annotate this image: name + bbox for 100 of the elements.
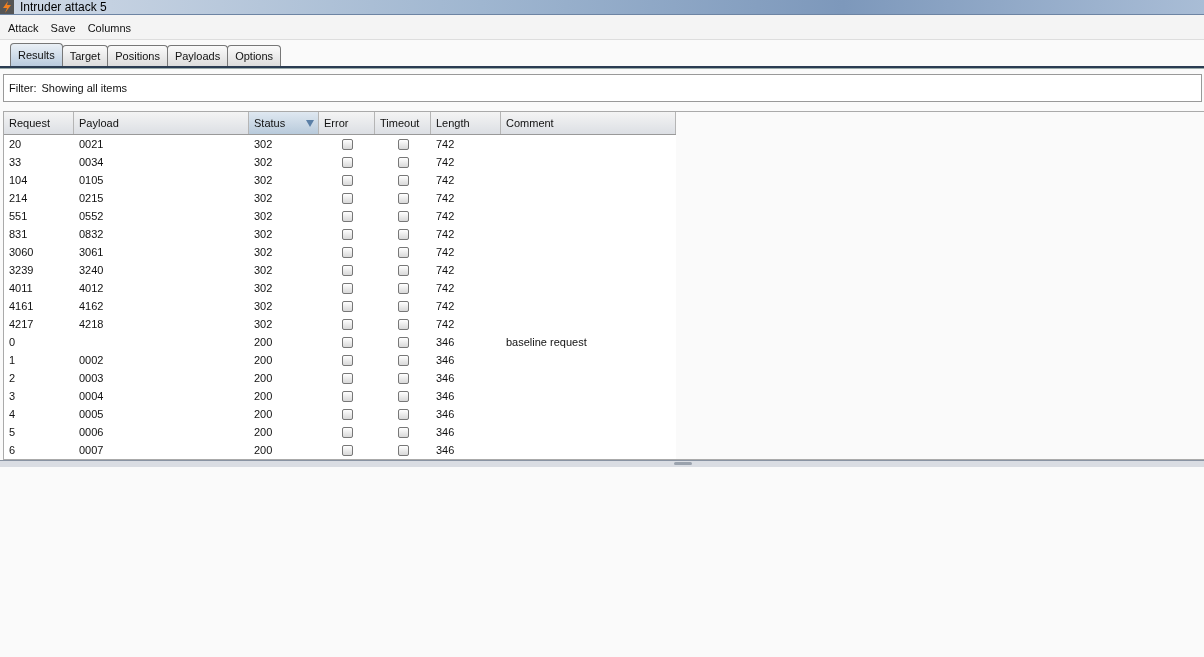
- checkbox[interactable]: [397, 318, 409, 330]
- checkbox[interactable]: [341, 174, 353, 186]
- checkbox[interactable]: [397, 444, 409, 456]
- table-cell: 200: [254, 372, 273, 384]
- table-cell: 346: [436, 372, 455, 384]
- checkbox[interactable]: [397, 210, 409, 222]
- column-header[interactable]: Comment: [501, 112, 676, 134]
- lightning-icon: [0, 0, 14, 14]
- table-cell: 200: [254, 408, 273, 420]
- table-cell: 4217: [9, 318, 34, 330]
- filter-bar[interactable]: Filter: Showing all items: [3, 74, 1202, 102]
- table-cell: 200: [254, 444, 273, 456]
- checkbox[interactable]: [341, 156, 353, 168]
- column-header[interactable]: Length: [431, 112, 501, 134]
- menu-item[interactable]: Attack: [6, 22, 41, 34]
- table-cell: 346: [436, 336, 455, 348]
- checkbox[interactable]: [397, 282, 409, 294]
- column-header[interactable]: Status: [249, 112, 319, 134]
- table-cell: 0021: [79, 138, 104, 150]
- checkbox[interactable]: [341, 192, 353, 204]
- table-cell: 4011: [9, 282, 33, 294]
- table-cell: 302: [254, 156, 273, 168]
- table-cell: 742: [436, 138, 455, 150]
- checkbox[interactable]: [341, 426, 353, 438]
- splitter-handle[interactable]: [674, 462, 692, 465]
- table-cell: 742: [436, 174, 455, 186]
- table-cell: 302: [254, 264, 273, 276]
- column-header[interactable]: Timeout: [375, 112, 431, 134]
- table-cell: 0552: [79, 210, 104, 222]
- tab[interactable]: Results: [10, 43, 63, 66]
- checkbox[interactable]: [397, 228, 409, 240]
- column-header[interactable]: Error: [319, 112, 375, 134]
- checkbox[interactable]: [341, 444, 353, 456]
- table-cell: 742: [436, 300, 455, 312]
- checkbox[interactable]: [397, 372, 409, 384]
- table-cell: 33: [9, 156, 22, 168]
- window-title: Intruder attack 5: [20, 0, 107, 14]
- splitter-bar[interactable]: [0, 460, 1204, 467]
- table-cell: 742: [436, 210, 455, 222]
- table-cell: 3061: [79, 246, 104, 258]
- checkbox[interactable]: [397, 408, 409, 420]
- checkbox[interactable]: [341, 264, 353, 276]
- table-cell: 0215: [79, 192, 104, 204]
- table-cell: 0003: [79, 372, 104, 384]
- table-cell: 0005: [79, 408, 104, 420]
- tab[interactable]: Options: [227, 45, 282, 66]
- table-cell: 742: [436, 264, 455, 276]
- checkbox[interactable]: [397, 246, 409, 258]
- checkbox[interactable]: [341, 210, 353, 222]
- checkbox[interactable]: [341, 372, 353, 384]
- tab[interactable]: Payloads: [166, 45, 229, 66]
- table-cell: 4218: [79, 318, 104, 330]
- table-cell: 3: [9, 390, 16, 402]
- filter-text: Showing all items: [41, 82, 128, 94]
- checkbox[interactable]: [397, 426, 409, 438]
- table-cell: 302: [254, 282, 273, 294]
- checkbox[interactable]: [341, 282, 353, 294]
- checkbox[interactable]: [397, 336, 409, 348]
- table-cell: 302: [254, 246, 273, 258]
- checkbox[interactable]: [341, 336, 353, 348]
- checkbox[interactable]: [397, 264, 409, 276]
- checkbox[interactable]: [397, 156, 409, 168]
- checkbox[interactable]: [341, 390, 353, 402]
- table-cell: 302: [254, 318, 273, 330]
- table-cell: 6: [9, 444, 16, 456]
- table-cell: 346: [436, 426, 455, 438]
- checkbox[interactable]: [341, 318, 353, 330]
- checkbox[interactable]: [397, 192, 409, 204]
- column-header[interactable]: Request: [4, 112, 74, 134]
- table-cell: 2: [9, 372, 16, 384]
- checkbox[interactable]: [341, 408, 353, 420]
- table-cell: 3240: [79, 264, 104, 276]
- table-cell: 4161: [9, 300, 34, 312]
- checkbox[interactable]: [341, 354, 353, 366]
- filter-label: Filter:: [9, 82, 37, 94]
- menu-item[interactable]: Columns: [85, 22, 134, 34]
- checkbox[interactable]: [397, 174, 409, 186]
- table-cell: 0002: [79, 354, 104, 366]
- checkbox[interactable]: [341, 228, 353, 240]
- checkbox[interactable]: [341, 138, 353, 150]
- table-cell: 0105: [79, 174, 104, 186]
- table-cell: 346: [436, 354, 455, 366]
- table-cell: 1: [9, 354, 16, 366]
- tab[interactable]: Positions: [107, 45, 168, 66]
- table-cell: 104: [9, 174, 28, 186]
- table-cell: 4012: [79, 282, 104, 294]
- checkbox[interactable]: [341, 300, 353, 312]
- checkbox[interactable]: [397, 138, 409, 150]
- menu-item[interactable]: Save: [48, 22, 78, 34]
- table-cell: 3239: [9, 264, 34, 276]
- table-cell: 200: [254, 390, 273, 402]
- checkbox[interactable]: [397, 390, 409, 402]
- table-cell: 0: [9, 336, 16, 348]
- tab[interactable]: Target: [61, 45, 109, 66]
- checkbox[interactable]: [397, 300, 409, 312]
- table-cell: 742: [436, 246, 455, 258]
- table-cell: baseline request: [506, 336, 587, 348]
- table-cell: 4162: [79, 300, 104, 312]
- checkbox[interactable]: [397, 354, 409, 366]
- checkbox[interactable]: [341, 246, 353, 258]
